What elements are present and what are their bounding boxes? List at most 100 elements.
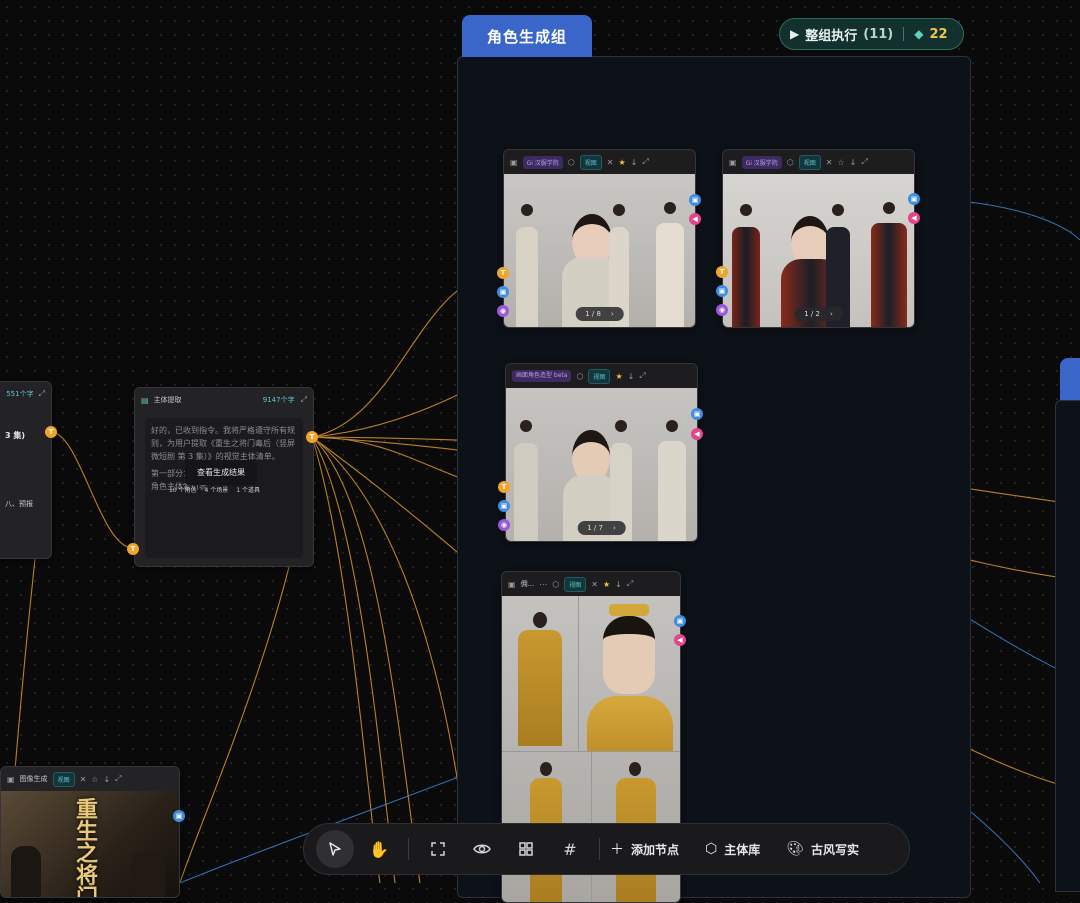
cube-icon: ⬡ bbox=[567, 157, 575, 167]
image-preview[interactable]: 1 / 2 › bbox=[723, 174, 914, 327]
group-tab-secondary[interactable] bbox=[1060, 358, 1080, 400]
image-input-port[interactable]: ▣ bbox=[498, 500, 510, 512]
expand-icon[interactable]: ⤢ bbox=[861, 157, 867, 167]
character-input-port[interactable]: ◉ bbox=[498, 519, 510, 531]
node-header: ▤ 主体提取 9147个字 ⤢ bbox=[135, 388, 313, 412]
image-output-port[interactable]: ▣ bbox=[674, 615, 686, 627]
download-icon[interactable]: ↓ bbox=[628, 372, 635, 381]
more-icon[interactable]: ⋯ bbox=[539, 580, 547, 589]
run-group-button[interactable]: ▶ 整组执行 (11) ◆ 22 bbox=[779, 18, 964, 50]
image-pager[interactable]: 1 / 7 › bbox=[577, 521, 626, 535]
grid-layout-icon[interactable] bbox=[507, 830, 545, 868]
select-tool-icon[interactable] bbox=[316, 830, 354, 868]
video-output-port[interactable]: ◀ bbox=[674, 634, 686, 646]
text-output-port[interactable]: T bbox=[306, 431, 318, 443]
divider bbox=[903, 27, 905, 41]
download-icon[interactable]: ↓ bbox=[631, 158, 638, 167]
style-button[interactable]: 🎨︎ 古风写实 bbox=[786, 841, 859, 858]
subject-extraction-node[interactable]: ▤ 主体提取 9147个字 ⤢ 好的，已收到指令。我将严格遵守所有规则，为用户提… bbox=[134, 387, 314, 567]
crop-icon[interactable]: ✕ bbox=[591, 580, 598, 589]
model-tag[interactable]: Gi 汉服学院 bbox=[522, 155, 563, 169]
text-output-port[interactable]: T bbox=[45, 426, 57, 438]
image-generation-node[interactable]: ▣ 图像生成 视图 ✕ ☆ ↓ ⤢ 重生之将门毒 bbox=[0, 766, 180, 898]
image-output-port[interactable]: ▣ bbox=[173, 810, 185, 822]
view-result-button[interactable]: 查看生成结果 bbox=[185, 460, 257, 485]
model-tag[interactable]: 画面角色造型 beta bbox=[512, 370, 572, 382]
video-output-port[interactable]: ◀ bbox=[689, 213, 701, 225]
view-badge[interactable]: 视图 bbox=[564, 576, 587, 592]
character-input-port[interactable]: ◉ bbox=[716, 304, 728, 316]
run-group-count: (11) bbox=[863, 26, 894, 42]
text-content[interactable]: 好的，已收到指令。我将严格遵守所有规则，为用户提取《重生之将门毒后（竖屏微短剧 … bbox=[145, 418, 303, 558]
video-output-port[interactable]: ◀ bbox=[691, 428, 703, 440]
cube-icon: ⬡ bbox=[552, 579, 560, 589]
next-icon[interactable]: › bbox=[830, 310, 833, 318]
view-badge[interactable]: 视图 bbox=[52, 771, 75, 787]
next-icon[interactable]: › bbox=[611, 310, 614, 318]
image-output-port[interactable]: ▣ bbox=[689, 194, 701, 206]
add-node-button[interactable]: ＋ 添加节点 bbox=[610, 839, 679, 859]
text-input-port[interactable]: T bbox=[498, 481, 510, 493]
image-node-3[interactable]: 画面角色造型 beta ⬡ 视图 ★ ↓ ⤢ 1 / 7 › bbox=[505, 363, 698, 542]
hash-grid-icon[interactable]: # bbox=[551, 830, 589, 868]
image-output-port[interactable]: ▣ bbox=[908, 193, 920, 205]
crop-icon[interactable]: ✕ bbox=[80, 775, 87, 784]
view-badge[interactable]: 视图 bbox=[579, 154, 602, 170]
model-tag[interactable]: Gi 汉服学院 bbox=[741, 155, 782, 169]
expand-icon[interactable]: ⤢ bbox=[115, 774, 121, 784]
script-line: 3 集) bbox=[5, 431, 26, 440]
eye-icon[interactable] bbox=[463, 830, 501, 868]
image-input-port[interactable]: ▣ bbox=[497, 286, 509, 298]
star-outline-icon[interactable]: ☆ bbox=[838, 158, 845, 167]
image-pager[interactable]: 1 / 2 › bbox=[794, 307, 843, 321]
figure bbox=[866, 174, 914, 327]
next-icon[interactable]: › bbox=[613, 524, 616, 532]
image-node-1[interactable]: ▣ Gi 汉服学院 ⬡ 视图 ✕ ★ ↓ ⤢ 1 / 8 › bbox=[503, 149, 696, 328]
view-badge[interactable]: 视图 bbox=[588, 368, 611, 384]
star-icon[interactable]: ★ bbox=[619, 158, 626, 167]
crop-icon[interactable]: ✕ bbox=[607, 158, 614, 167]
image-pager[interactable]: 1 / 8 › bbox=[575, 307, 624, 321]
character-input-port[interactable]: ◉ bbox=[497, 305, 509, 317]
image-output-port[interactable]: ▣ bbox=[691, 408, 703, 420]
content-paragraph: 好的，已收到指令。我将严格遵守所有规则，为用户提取《重生之将门毒后（竖屏微短剧 … bbox=[151, 426, 295, 461]
group-title-tab[interactable]: 角色生成组 bbox=[462, 15, 592, 57]
expand-icon[interactable]: ⤢ bbox=[301, 395, 307, 405]
star-outline-icon[interactable]: ☆ bbox=[91, 775, 98, 784]
star-icon[interactable]: ★ bbox=[603, 580, 610, 589]
download-icon[interactable]: ↓ bbox=[615, 580, 622, 589]
figure bbox=[504, 174, 552, 327]
text-input-port[interactable]: T bbox=[127, 543, 139, 555]
cube-icon: ⬡ bbox=[576, 371, 584, 381]
figure bbox=[819, 174, 867, 327]
figure bbox=[554, 388, 619, 541]
image-preview[interactable]: 1 / 7 › bbox=[506, 388, 697, 541]
text-input-port[interactable]: T bbox=[716, 266, 728, 278]
image-input-port[interactable]: ▣ bbox=[716, 285, 728, 297]
poster-art-text: 重生之将门毒 bbox=[76, 797, 99, 898]
view-badge[interactable]: 视图 bbox=[798, 154, 821, 170]
expand-icon[interactable]: ⤢ bbox=[627, 579, 633, 589]
expand-icon[interactable]: ⤢ bbox=[639, 371, 645, 381]
script-node-partial[interactable]: 551个字 ⤢ 3 集) 八、预报 bbox=[0, 381, 52, 559]
crop-icon[interactable]: ✕ bbox=[826, 158, 833, 167]
expand-icon[interactable]: ⤢ bbox=[39, 389, 45, 399]
image-preview[interactable]: 1 / 8 › bbox=[504, 174, 695, 327]
download-icon[interactable]: ↓ bbox=[850, 158, 857, 167]
subject-library-button[interactable]: ⬡ 主体库 bbox=[705, 841, 760, 858]
image-node-2[interactable]: ▣ Gi 汉服学院 ⬡ 视图 ✕ ☆ ↓ ⤢ 1 / 2 › bbox=[722, 149, 915, 328]
poster-preview[interactable]: 重生之将门毒 bbox=[1, 791, 179, 897]
text-input-port[interactable]: T bbox=[497, 267, 509, 279]
star-icon[interactable]: ★ bbox=[615, 372, 622, 381]
download-icon[interactable]: ↓ bbox=[103, 775, 110, 784]
result-stats: 10 个角色 4 个场景 1 个道具 bbox=[169, 484, 260, 497]
fit-view-icon[interactable] bbox=[419, 830, 457, 868]
expand-icon[interactable]: ⤢ bbox=[642, 157, 648, 167]
stat-characters: 10 个角色 bbox=[169, 487, 197, 494]
video-output-port[interactable]: ◀ bbox=[908, 212, 920, 224]
node-title: 图像生成 bbox=[19, 775, 48, 783]
figure bbox=[131, 851, 165, 897]
hand-tool-icon[interactable]: ✋ bbox=[360, 830, 398, 868]
node-title: 佣... bbox=[520, 580, 535, 588]
image-icon: ▣ bbox=[508, 579, 516, 589]
